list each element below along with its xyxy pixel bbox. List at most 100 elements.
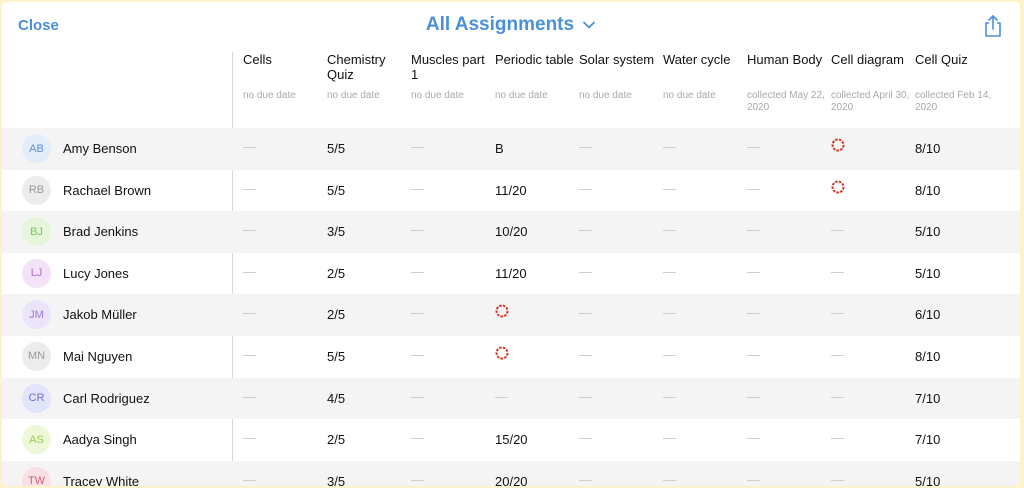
grade-cell-empty[interactable]: — (747, 389, 829, 404)
grade-cell[interactable]: 8/10 (915, 141, 997, 156)
grade-cell-empty[interactable]: — (243, 181, 325, 196)
grade-cell-empty[interactable]: — (663, 472, 745, 486)
in-progress-ring-icon[interactable] (495, 304, 577, 318)
grade-cell[interactable]: 3/5 (327, 474, 409, 486)
grade-cell-empty[interactable]: — (411, 181, 493, 196)
grade-cell-empty[interactable]: — (663, 347, 745, 362)
grade-cell-empty[interactable]: — (411, 389, 493, 404)
grade-cell-empty[interactable]: — (243, 305, 325, 320)
grade-cell-empty[interactable]: — (579, 472, 661, 486)
table-row[interactable]: TW Tracey White —3/5—20/20— — — —5/10 (2, 460, 1020, 486)
grade-cell-empty[interactable]: — (495, 389, 577, 404)
grade-cell[interactable]: 6/10 (915, 307, 997, 322)
column-header-4[interactable]: Periodic table no due date (495, 52, 577, 102)
grade-cell-empty[interactable]: — (411, 305, 493, 320)
table-row[interactable]: AS Aadya Singh —2/5—15/20— — — —7/10 (2, 419, 1020, 461)
grade-cell[interactable]: 7/10 (915, 391, 997, 406)
grade-cell[interactable]: 11/20 (495, 266, 577, 281)
grade-cell-empty[interactable]: — (747, 139, 829, 154)
grade-cell-empty[interactable]: — (243, 222, 325, 237)
grade-cell[interactable]: 20/20 (495, 474, 577, 486)
column-header-1[interactable]: Cells no due date (243, 52, 325, 102)
column-header-5[interactable]: Solar system no due date (579, 52, 661, 102)
grade-cell-empty[interactable]: — (411, 139, 493, 154)
grade-cell-empty[interactable]: — (243, 389, 325, 404)
grade-cell[interactable]: 5/5 (327, 349, 409, 364)
grade-cell-empty[interactable]: — (663, 264, 745, 279)
grade-cell-empty[interactable]: — (831, 305, 913, 320)
grade-cell[interactable]: 11/20 (495, 183, 577, 198)
grade-cell[interactable]: B (495, 141, 577, 156)
grade-cell-empty[interactable]: — (663, 181, 745, 196)
table-row[interactable]: RB Rachael Brown —5/5—11/20— — —8/10 (2, 170, 1020, 212)
grade-cell[interactable]: 8/10 (915, 183, 997, 198)
grade-cell[interactable]: 5/10 (915, 266, 997, 281)
grade-cell[interactable]: 2/5 (327, 307, 409, 322)
grade-cell[interactable]: 5/5 (327, 141, 409, 156)
grade-cell[interactable]: 10/20 (495, 224, 577, 239)
table-row[interactable]: BJ Brad Jenkins —3/5—10/20— — — —5/10 (2, 211, 1020, 253)
grade-cell-empty[interactable]: — (663, 222, 745, 237)
grade-cell[interactable]: 7/10 (915, 432, 997, 447)
grade-cell-empty[interactable]: — (663, 139, 745, 154)
grade-cell[interactable]: 2/5 (327, 432, 409, 447)
grade-cell-empty[interactable]: — (663, 389, 745, 404)
assignment-filter-dropdown[interactable]: All Assignments (426, 14, 596, 36)
grade-cell[interactable]: 5/10 (915, 224, 997, 239)
table-row[interactable]: CR Carl Rodriguez —4/5— — — — — —7/10 (2, 377, 1020, 420)
column-header-7[interactable]: Human Body collected May 22, 2020 (747, 52, 829, 114)
grade-cell-empty[interactable]: — (663, 430, 745, 445)
grade-cell-empty[interactable]: — (243, 472, 325, 486)
grade-cell[interactable]: 15/20 (495, 432, 577, 447)
grade-cell-empty[interactable]: — (579, 264, 661, 279)
table-row[interactable]: JM Jakob Müller —2/5— — — — —6/10 (2, 294, 1020, 336)
grade-cell-empty[interactable]: — (747, 305, 829, 320)
in-progress-ring-icon[interactable] (831, 180, 913, 194)
grade-cell[interactable]: 8/10 (915, 349, 997, 364)
grade-cell-empty[interactable]: — (831, 347, 913, 362)
column-header-2[interactable]: Chemistry Quiz no due date (327, 52, 409, 102)
grade-cell-empty[interactable]: — (831, 264, 913, 279)
grade-cell-empty[interactable]: — (579, 430, 661, 445)
grade-cell-empty[interactable]: — (747, 430, 829, 445)
grade-cell-empty[interactable]: — (411, 222, 493, 237)
grade-cell-empty[interactable]: — (831, 430, 913, 445)
in-progress-ring-icon[interactable] (495, 346, 577, 360)
column-header-6[interactable]: Water cycle no due date (663, 52, 745, 102)
grade-cell-empty[interactable]: — (747, 181, 829, 196)
grade-cell-empty[interactable]: — (579, 305, 661, 320)
grade-cell[interactable]: 4/5 (327, 391, 409, 406)
grade-cell-empty[interactable]: — (747, 472, 829, 486)
grade-cell-empty[interactable]: — (579, 139, 661, 154)
grade-cell-empty[interactable]: — (747, 347, 829, 362)
grade-cell-empty[interactable]: — (831, 389, 913, 404)
grade-cell-empty[interactable]: — (831, 472, 913, 486)
column-header-9[interactable]: Cell Quiz collected Feb 14, 2020 (915, 52, 997, 114)
grade-cell-empty[interactable]: — (411, 347, 493, 362)
grade-cell-empty[interactable]: — (747, 264, 829, 279)
grade-cell-empty[interactable]: — (747, 222, 829, 237)
table-row[interactable]: LJ Lucy Jones —2/5—11/20— — — —5/10 (2, 253, 1020, 295)
grade-cell-empty[interactable]: — (579, 222, 661, 237)
grade-cell-empty[interactable]: — (411, 472, 493, 486)
column-header-8[interactable]: Cell diagram collected April 30, 2020 (831, 52, 913, 114)
table-row[interactable]: AB Amy Benson —5/5— B — — —8/10 (2, 128, 1020, 170)
grade-cell-empty[interactable]: — (243, 347, 325, 362)
grade-cell-empty[interactable]: — (243, 139, 325, 154)
in-progress-ring-icon[interactable] (831, 138, 913, 152)
grade-cell-empty[interactable]: — (243, 430, 325, 445)
grade-cell-empty[interactable]: — (579, 347, 661, 362)
grade-cell-empty[interactable]: — (243, 264, 325, 279)
grade-cell-empty[interactable]: — (579, 389, 661, 404)
table-row[interactable]: MN Mai Nguyen —5/5— — — — —8/10 (2, 336, 1020, 378)
grade-cell-empty[interactable]: — (831, 222, 913, 237)
share-icon[interactable] (982, 14, 1004, 38)
grade-cell-empty[interactable]: — (411, 430, 493, 445)
grade-cell[interactable]: 5/5 (327, 183, 409, 198)
column-header-3[interactable]: Muscles part 1 no due date (411, 52, 493, 102)
grade-cell[interactable]: 3/5 (327, 224, 409, 239)
grade-cell[interactable]: 2/5 (327, 266, 409, 281)
grade-cell-empty[interactable]: — (411, 264, 493, 279)
grade-cell[interactable]: 5/10 (915, 474, 997, 486)
grade-cell-empty[interactable]: — (579, 181, 661, 196)
